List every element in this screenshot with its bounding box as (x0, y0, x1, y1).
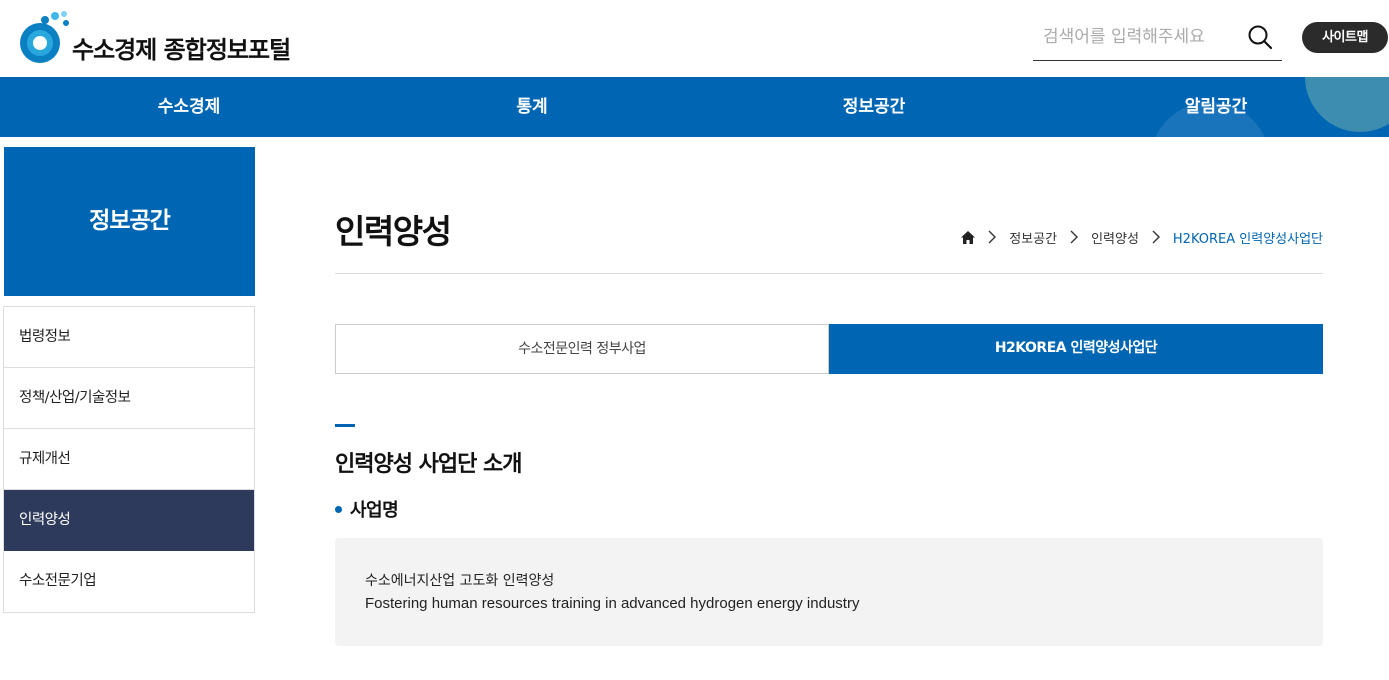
nav-item-statistics[interactable]: 통계 (432, 77, 632, 137)
sidebar-title: 정보공간 (4, 147, 255, 296)
page-title: 인력양성 (335, 212, 452, 251)
logo-text: 수소경제 종합정보포털 (72, 36, 291, 64)
tab-government-projects[interactable]: 수소전문인력 정부사업 (335, 324, 829, 374)
breadcrumb-item[interactable]: 정보공간 (1009, 228, 1057, 247)
breadcrumb: 정보공간 인력양성 H2KOREA 인력양성사업단 (961, 228, 1323, 247)
breadcrumb-item[interactable]: 인력양성 (1091, 228, 1139, 247)
search-input[interactable] (1033, 20, 1238, 54)
subsection-title: 사업명 (335, 496, 399, 522)
chevron-right-icon (1152, 230, 1160, 244)
sidebar-item-companies[interactable]: 수소전문기업 (4, 551, 254, 612)
sidebar-item-laws[interactable]: 법령정보 (4, 307, 254, 368)
site-logo[interactable]: 수소경제 종합정보포털 (18, 10, 318, 66)
sitemap-button[interactable]: 사이트맵 (1302, 22, 1388, 53)
nav-item-hydrogen-economy[interactable]: 수소경제 (89, 77, 289, 137)
sidebar-item-policy[interactable]: 정책/산업/기술정보 (4, 368, 254, 429)
divider (335, 273, 1323, 274)
breadcrumb-current: H2KOREA 인력양성사업단 (1172, 231, 1323, 247)
chevron-right-icon (988, 230, 997, 244)
tab-group: 수소전문인력 정부사업 H2KOREA 인력양성사업단 (335, 324, 1323, 374)
sidebar-menu: 법령정보 정책/산업/기술정보 규제개선 인력양성 수소전문기업 (3, 306, 255, 613)
logo-icon (20, 11, 69, 63)
section-accent-bar (335, 424, 355, 427)
search-icon[interactable] (1246, 23, 1274, 51)
sidebar-item-regulation[interactable]: 규제개선 (4, 429, 254, 490)
nav-item-info-space[interactable]: 정보공간 (774, 77, 974, 137)
project-name-korean: 수소에너지산업 고도화 인력양성 (365, 573, 555, 589)
nav-decoration (1305, 77, 1389, 132)
main-navigation: 수소경제 통계 정보공간 알림공간 (0, 77, 1389, 137)
home-icon[interactable] (961, 230, 976, 244)
project-name-english: Fostering human resources training in ad… (365, 595, 860, 612)
bullet-icon (335, 505, 342, 513)
sidebar-item-workforce[interactable]: 인력양성 (4, 490, 254, 551)
tab-h2korea-workforce[interactable]: H2KOREA 인력양성사업단 (829, 324, 1323, 374)
section-title: 인력양성 사업단 소개 (335, 452, 522, 477)
subsection-label: 사업명 (350, 500, 399, 521)
search-bar (1033, 16, 1282, 61)
site-header: 수소경제 종합정보포털 사이트맵 (0, 0, 1389, 77)
project-name-box: 수소에너지산업 고도화 인력양성 Fostering human resourc… (335, 538, 1323, 646)
chevron-right-icon (1070, 230, 1079, 244)
nav-item-notice-space[interactable]: 알림공간 (1116, 77, 1316, 137)
